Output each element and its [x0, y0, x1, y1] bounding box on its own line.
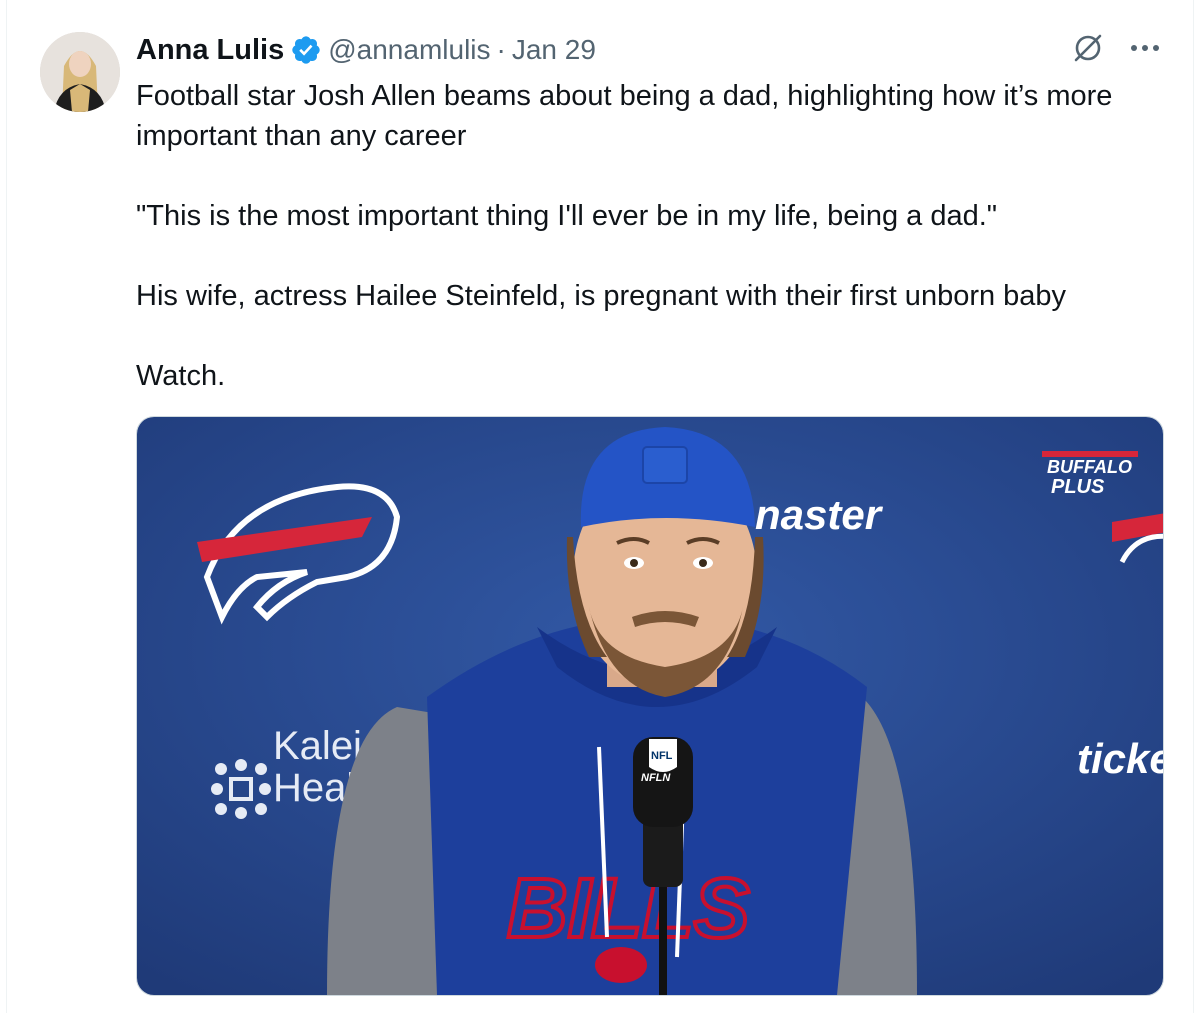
tweet-quote: "This is the most important thing I'll e… — [136, 200, 998, 232]
avatar[interactable] — [40, 32, 120, 112]
jersey-text: BILLS — [507, 861, 750, 955]
verified-badge-icon — [290, 34, 322, 66]
tweet-text: Football star Josh Allen beams about bei… — [136, 76, 1146, 396]
avatar-image — [40, 32, 120, 112]
separator-dot: · — [496, 34, 506, 65]
video-player[interactable]: naster BUFFALO PLUS Kaleid Healtl ticke — [136, 416, 1164, 996]
svg-text:BUFFALO: BUFFALO — [1047, 457, 1132, 477]
more-icon[interactable] — [1130, 43, 1160, 53]
tweet-paragraph: Watch. — [136, 360, 226, 392]
author-name[interactable]: Anna Lulis — [136, 34, 284, 67]
ticketmaster-fragment: naster — [755, 491, 884, 538]
svg-text:PLUS: PLUS — [1051, 476, 1105, 498]
tweet-paragraph: His wife, actress Hailee Steinfeld, is p… — [136, 280, 1067, 312]
video-frame: naster BUFFALO PLUS Kaleid Healtl ticke — [137, 417, 1163, 995]
tweet-date[interactable]: Jan 29 — [512, 34, 596, 66]
tweet-paragraph: Football star Josh Allen beams about bei… — [136, 80, 1113, 152]
ticket-fragment: ticke — [1077, 735, 1163, 782]
mic-flag-text: NFL — [651, 750, 673, 762]
author-handle[interactable]: @annamlulis — [328, 34, 490, 66]
mic-band-text: NFLN — [641, 772, 671, 784]
tweet-actions — [1070, 30, 1160, 66]
tweet-header: Anna Lulis @annamlulis · Jan 29 — [136, 30, 596, 70]
grok-icon[interactable] — [1070, 30, 1106, 66]
